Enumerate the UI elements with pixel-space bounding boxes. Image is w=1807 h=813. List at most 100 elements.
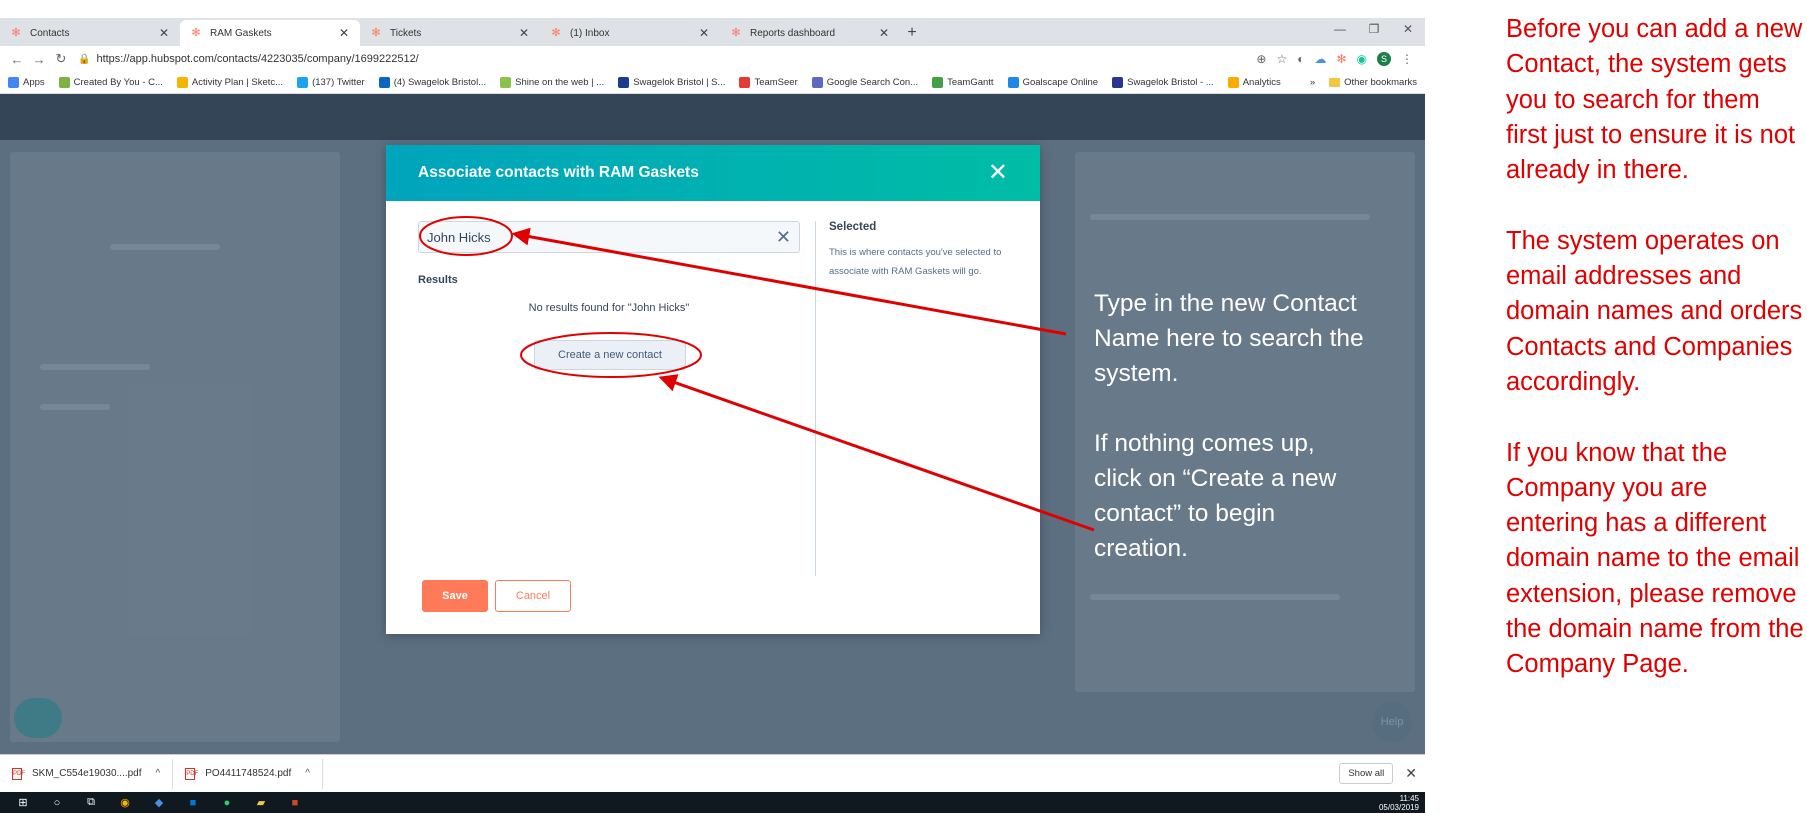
bookmark-item[interactable]: Activity Plan | Sketc... (176, 77, 283, 88)
clear-icon[interactable]: ✕ (776, 227, 791, 248)
twitter-icon (297, 77, 309, 88)
system-clock[interactable]: 11:45 05/03/2019 (1379, 794, 1419, 812)
star-icon[interactable]: ☆ (1276, 52, 1287, 66)
bookmark-item[interactable]: Google Search Con... (811, 77, 919, 88)
bookmark-item[interactable]: Shine on the web | ... (500, 77, 604, 88)
extension-icon[interactable]: ◐ (1297, 52, 1304, 66)
chevron-up-icon[interactable]: ^ (305, 768, 310, 779)
apps-icon (8, 77, 19, 88)
file-explorer-icon[interactable]: ▰ (253, 795, 269, 811)
search-icon[interactable]: ○ (49, 795, 65, 811)
chrome-icon[interactable]: ◉ (117, 795, 133, 811)
save-button[interactable]: Save (422, 580, 488, 612)
extension-icons: ⊕ ☆ ◐ ☁ ✻ ◉ S ⋮ (1256, 52, 1413, 66)
callout-paragraph: Type in the new Contact Name here to sea… (1094, 290, 1364, 387)
browser-window: ✻ Contacts ✕ ✻ RAM Gaskets ✕ ✻ Tickets ✕… (0, 0, 1425, 813)
powerpoint-icon[interactable]: ■ (287, 795, 303, 811)
tab-inbox[interactable]: ✻ (1) Inbox ✕ (540, 20, 720, 46)
url-field[interactable]: 🔒 https://app.hubspot.com/contacts/42230… (78, 49, 1256, 69)
bookmark-label: TeamSeer (754, 77, 798, 88)
cancel-button[interactable]: Cancel (495, 580, 571, 612)
help-button[interactable]: Help (1372, 702, 1412, 742)
selected-description: This is where contacts you've selected t… (829, 247, 1002, 277)
downloads-bar: PDF SKM_C554e19030....pdf ^ PDF PO441174… (0, 754, 1425, 792)
bookmark-item[interactable]: Analytics (1227, 77, 1281, 88)
close-icon[interactable]: ✕ (988, 161, 1008, 185)
tab-title: RAM Gaskets (210, 27, 272, 39)
back-icon[interactable]: ← (6, 52, 28, 67)
close-icon[interactable]: ✕ (518, 26, 530, 40)
bookmark-item[interactable]: Swagelok Bristol - ... (1112, 77, 1214, 88)
tab-title: Tickets (390, 27, 422, 39)
search-value: John Hicks (427, 229, 491, 245)
bookmark-item[interactable]: Swagelok Bristol | S... (618, 77, 725, 88)
close-icon[interactable]: ✕ (158, 26, 170, 40)
tab-ram-gaskets[interactable]: ✻ RAM Gaskets ✕ (180, 20, 360, 46)
tab-tickets[interactable]: ✻ Tickets ✕ (360, 20, 540, 46)
menu-icon[interactable]: ⋮ (1401, 52, 1413, 66)
bookmark-label: Google Search Con... (826, 77, 919, 88)
outlook-icon[interactable]: ■ (185, 795, 201, 811)
profile-avatar[interactable]: S (1377, 52, 1391, 66)
chat-widget[interactable] (14, 698, 62, 738)
show-all-button[interactable]: Show all (1339, 763, 1394, 784)
hubspot-icon: ✻ (371, 27, 381, 39)
contact-search-input[interactable]: John Hicks ✕ (418, 221, 800, 253)
placeholder-line (1090, 214, 1370, 220)
bookmark-item[interactable]: (4) Swagelok Bristol... (378, 77, 486, 88)
bookmark-label: Created By You - C... (73, 77, 163, 88)
new-tab-button[interactable]: + (900, 20, 924, 46)
hubspot-icon[interactable]: ✻ (1336, 52, 1346, 66)
dr-app-icon[interactable]: ◆ (151, 795, 167, 811)
note-paragraph: The system operates on email addresses a… (1506, 226, 1803, 396)
close-icon[interactable]: ✕ (1405, 765, 1417, 782)
tab-reports-dashboard[interactable]: ✻ Reports dashboard ✕ (720, 20, 900, 46)
bookmark-item[interactable]: Goalscape Online (1007, 77, 1098, 88)
lock-icon: 🔒 (78, 53, 91, 65)
no-results-message: No results found for "John Hicks" (528, 302, 690, 314)
linkedin-icon (378, 77, 390, 88)
zoom-icon[interactable]: ⊕ (1256, 52, 1266, 66)
bookmark-item[interactable]: TeamGantt (932, 77, 994, 88)
tab-title: (1) Inbox (570, 27, 610, 39)
forward-icon[interactable]: → (28, 52, 50, 67)
other-bookmarks-label: Other bookmarks (1344, 77, 1417, 88)
analytics-icon (1227, 77, 1239, 88)
tab-contacts[interactable]: ✻ Contacts ✕ (0, 20, 180, 46)
hubspot-icon: ✻ (11, 27, 21, 39)
close-icon[interactable]: ✕ (698, 26, 710, 40)
hubspot-icon: ✻ (731, 27, 741, 39)
close-icon[interactable]: ✕ (878, 26, 890, 40)
reload-icon[interactable]: ↻ (50, 51, 72, 67)
restore-icon[interactable]: ❐ (1357, 18, 1391, 46)
bookmark-item[interactable]: (137) Twitter (297, 77, 365, 88)
minimize-icon[interactable]: — (1323, 18, 1357, 46)
close-window-icon[interactable]: ✕ (1391, 18, 1425, 46)
other-bookmarks[interactable]: » Other bookmarks (1310, 77, 1417, 88)
bookmark-item[interactable]: TeamSeer (739, 77, 798, 88)
download-item[interactable]: PDF SKM_C554e19030....pdf ^ (8, 758, 174, 789)
bookmarks-overflow[interactable]: » (1310, 77, 1315, 88)
whatsapp-icon[interactable]: ● (219, 795, 235, 811)
close-icon[interactable]: ✕ (338, 26, 350, 40)
task-view-icon[interactable]: ⧉ (83, 795, 99, 811)
windows-start-icon[interactable]: ⊞ (15, 795, 31, 811)
bookmark-item[interactable]: Created By You - C... (58, 77, 163, 88)
bookmark-label: Swagelok Bristol - ... (1127, 77, 1214, 88)
create-new-contact-button[interactable]: Create a new contact (534, 340, 686, 370)
download-item[interactable]: PDF PO4411748524.pdf ^ (181, 758, 323, 789)
grammar-icon[interactable]: ◉ (1357, 52, 1367, 66)
bookmarks-bar: Apps Created By You - C... Activity Plan… (0, 72, 1425, 94)
placeholder-line (40, 364, 150, 370)
bookmark-label: Swagelok Bristol | S... (633, 77, 726, 88)
chevron-up-icon[interactable]: ^ (156, 768, 161, 779)
tab-title: Contacts (30, 27, 70, 39)
bookmark-icon (811, 77, 823, 88)
clock-time: 11:45 (1399, 793, 1419, 803)
bookmark-icon (618, 77, 630, 88)
bookmark-item[interactable]: Apps (8, 77, 45, 88)
cloud-icon[interactable]: ☁ (1314, 52, 1326, 66)
pdf-icon: PDF (185, 767, 198, 780)
bookmark-label: Shine on the web | ... (515, 77, 605, 88)
modal-header: Associate contacts with RAM Gaskets ✕ (386, 145, 1040, 201)
